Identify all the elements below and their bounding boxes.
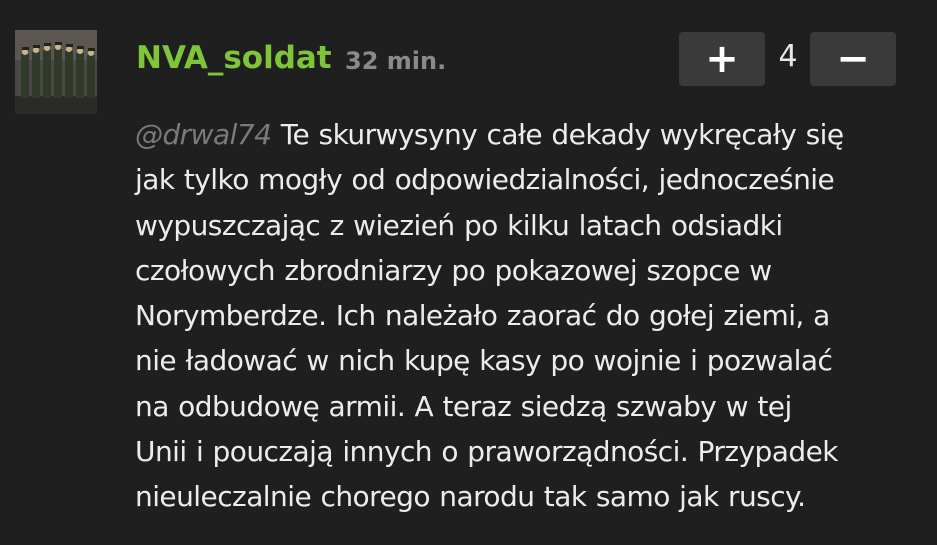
comment-line: Norymberdze. Ich należało zaorać do gołe…: [135, 299, 830, 333]
upvote-button[interactable]: +: [679, 32, 765, 86]
comment-line: Unii i pouczają innych o praworządności.…: [135, 435, 838, 469]
comment-line-text: Te skurwysyny całe dekady wykręcały się: [280, 118, 844, 151]
soldiers-avatar-image: [15, 30, 97, 114]
author-name[interactable]: NVA_soldat: [136, 38, 332, 78]
comment-line: nieuleczalnie chorego narodu tak samo ja…: [135, 480, 806, 514]
comment-line: czołowych zbrodniarzy po pokazowej szopc…: [135, 253, 772, 287]
minus-icon: −: [836, 36, 870, 82]
comment-line: @drwal74 Te skurwysyny całe dekady wykrę…: [135, 112, 925, 157]
comment-body: @drwal74 Te skurwysyny całe dekady wykrę…: [135, 112, 925, 520]
comment-line: wypuszczając z wiezień po kilku latach o…: [135, 208, 783, 242]
comment-card: NVA_soldat 32 min. + 4 − @drwal74 Te sku…: [0, 0, 937, 545]
comment-line: jak tylko mogły od odpowiedzialności, je…: [135, 163, 835, 197]
comment-line: na odbudowę armii. A teraz siedzą szwaby…: [135, 389, 792, 423]
comment-timestamp: 32 min.: [345, 47, 447, 75]
comment-line: nie ładować w nich kupę kasy po wojnie i…: [135, 344, 833, 378]
downvote-button[interactable]: −: [810, 32, 896, 86]
avatar[interactable]: [15, 30, 97, 114]
vote-count: 4: [778, 39, 798, 74]
user-mention-link[interactable]: @drwal74: [135, 118, 272, 151]
plus-icon: +: [705, 36, 739, 82]
